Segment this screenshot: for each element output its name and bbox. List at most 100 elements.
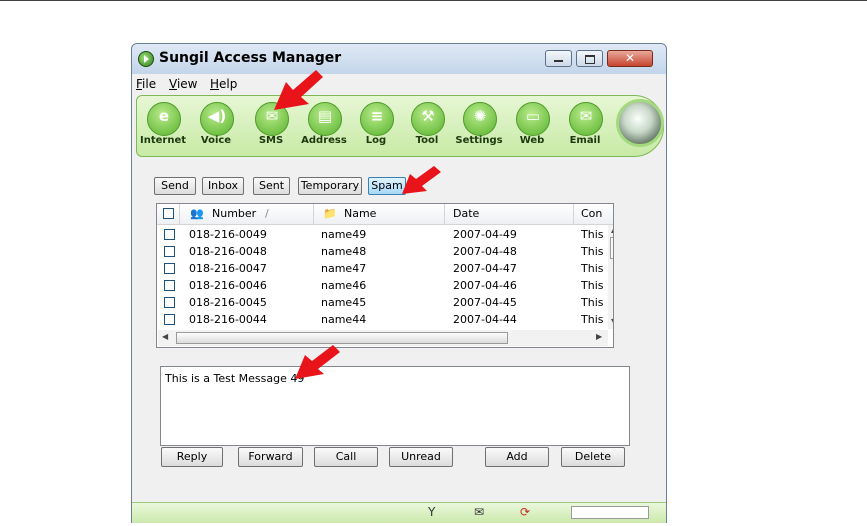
tab-inbox-button[interactable]: Inbox (202, 177, 244, 195)
message-preview-box[interactable]: This is a Test Message 49 (160, 366, 630, 446)
cell-name: name46 (321, 279, 367, 292)
cell-number: 018-216-0045 (189, 296, 267, 309)
toolbar-label: Email (569, 135, 601, 146)
delete-button[interactable]: Delete (561, 447, 625, 467)
select-all-checkbox[interactable] (163, 208, 174, 219)
horizontal-scroll-thumb[interactable] (176, 332, 508, 344)
row-checkbox[interactable] (164, 297, 175, 308)
row-checkbox[interactable] (164, 246, 175, 257)
internet-icon: e (147, 102, 181, 136)
cell-date: 2007-04-46 (453, 279, 517, 292)
table-row[interactable]: 018-216-0045 name45 2007-04-45 This (157, 294, 603, 311)
row-checkbox[interactable] (164, 229, 175, 240)
cell-name: name44 (321, 313, 367, 326)
tool-icon: ⚒ (411, 102, 445, 136)
cell-content: This (581, 279, 604, 292)
email-icon: ✉ (569, 102, 603, 136)
cell-number: 018-216-0046 (189, 279, 267, 292)
speaker-icon: ◀) (200, 102, 234, 136)
horizontal-scrollbar[interactable]: ◀ ▶ (158, 330, 608, 346)
header-separator (573, 204, 574, 224)
cell-number: 018-216-0049 (189, 228, 267, 241)
close-button[interactable] (607, 50, 653, 67)
pointer-arrow-spam (402, 166, 441, 194)
header-content[interactable]: Con (581, 207, 602, 220)
toolbar-web-button[interactable]: ▭ Web (508, 100, 558, 152)
log-icon: ≡ (360, 102, 394, 136)
table-row[interactable]: 018-216-0049 name49 2007-04-49 This (157, 226, 603, 243)
cell-content: This (581, 296, 604, 309)
app-window: Sungil Access Manager File View Help e I… (131, 43, 667, 523)
minimize-button[interactable] (545, 50, 572, 67)
header-separator (179, 204, 180, 224)
table-row[interactable]: 018-216-0047 name47 2007-04-47 This (157, 260, 603, 277)
tab-sent-button[interactable]: Sent (253, 177, 290, 195)
message-list: 👥 Number / 📁 Name Date Con 018-216-0049 … (156, 203, 614, 348)
row-checkbox[interactable] (164, 280, 175, 291)
header-separator (313, 204, 314, 224)
tab-send-button[interactable]: Send (154, 177, 196, 195)
header-separator (444, 204, 445, 224)
header-date[interactable]: Date (453, 207, 479, 220)
tab-temporary-button[interactable]: Temporary (298, 177, 362, 195)
cell-number: 018-216-0044 (189, 313, 267, 326)
header-number[interactable]: Number (212, 207, 256, 220)
cell-date: 2007-04-48 (453, 245, 517, 258)
cell-name: name48 (321, 245, 367, 258)
add-button[interactable]: Add (485, 447, 549, 467)
pointer-arrow-message (295, 345, 340, 379)
scroll-up-icon[interactable]: ▲ (611, 225, 613, 234)
connect-orb-button[interactable] (616, 99, 664, 147)
cell-date: 2007-04-45 (453, 296, 517, 309)
toolbar-label: Tool (415, 135, 439, 146)
header-name[interactable]: Name (344, 207, 376, 220)
menu-bar: File View Help (132, 74, 666, 94)
menu-file[interactable]: File (136, 77, 156, 91)
toolbar-voice-button[interactable]: ◀) Voice (192, 100, 242, 152)
pointer-arrow-sms (274, 70, 323, 110)
cell-content: This (581, 228, 604, 241)
toolbar-label: Settings (455, 135, 503, 146)
status-field (571, 506, 649, 519)
row-checkbox[interactable] (164, 314, 175, 325)
table-row[interactable]: 018-216-0044 name44 2007-04-44 This (157, 311, 603, 328)
menu-view[interactable]: View (169, 77, 197, 91)
signal-antenna-icon: Y (428, 505, 436, 519)
toolbar-label: SMS (258, 135, 284, 146)
toolbar-label: Web (519, 135, 545, 146)
cell-content: This (581, 262, 604, 275)
toolbar-internet-button[interactable]: e Internet (139, 100, 189, 152)
vertical-scrollbar[interactable]: ▲ ▼ (608, 225, 613, 329)
message-text: This is a Test Message 49 (165, 372, 305, 385)
vertical-scroll-thumb[interactable] (610, 237, 613, 259)
maximize-button[interactable] (576, 50, 603, 67)
toolbar-label: Voice (200, 135, 232, 146)
table-row[interactable]: 018-216-0046 name46 2007-04-46 This (157, 277, 603, 294)
toolbar-log-button[interactable]: ≡ Log (352, 100, 402, 152)
sms-panel: Send Inbox Sent Temporary Spam 👥 Number … (144, 165, 655, 497)
app-logo-icon (138, 51, 154, 67)
scroll-right-icon[interactable]: ▶ (596, 332, 602, 341)
cell-name: name47 (321, 262, 367, 275)
scroll-down-icon[interactable]: ▼ (611, 317, 613, 326)
toolbar-settings-button[interactable]: ✺ Settings (455, 100, 505, 152)
reply-button[interactable]: Reply (161, 447, 223, 467)
call-button[interactable]: Call (314, 447, 378, 467)
cell-date: 2007-04-44 (453, 313, 517, 326)
cell-content: This (581, 245, 604, 258)
unread-button[interactable]: Unread (389, 447, 453, 467)
cell-date: 2007-04-49 (453, 228, 517, 241)
table-row[interactable]: 018-216-0048 name48 2007-04-48 This (157, 243, 603, 260)
toolbar-email-button[interactable]: ✉ Email (561, 100, 611, 152)
toolbar-tool-button[interactable]: ⚒ Tool (403, 100, 453, 152)
connection-status-icon: ⟳ (520, 505, 531, 519)
menu-help[interactable]: Help (210, 77, 237, 91)
cell-name: name45 (321, 296, 367, 309)
forward-button[interactable]: Forward (238, 447, 303, 467)
scroll-left-icon[interactable]: ◀ (162, 332, 168, 341)
toolbar-label: Address (301, 135, 347, 146)
toolbar-label: Internet (139, 135, 186, 146)
row-checkbox[interactable] (164, 263, 175, 274)
title-bar[interactable]: Sungil Access Manager (132, 44, 666, 74)
cell-date: 2007-04-47 (453, 262, 517, 275)
